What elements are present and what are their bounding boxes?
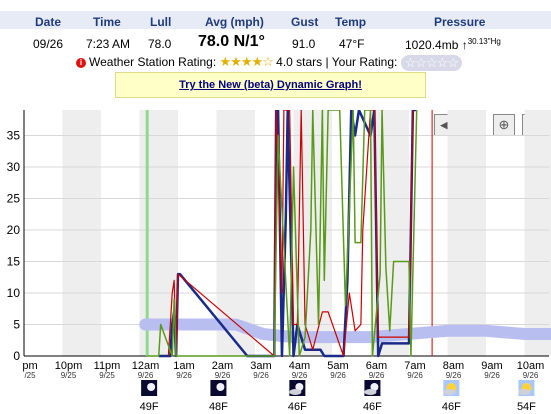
x-tick-date: 9/26: [446, 371, 462, 380]
stats-table: Date Time Lull Avg (mph) Gust Temp Press…: [0, 0, 551, 52]
header-temp: Temp: [335, 15, 367, 29]
x-tick-date: 9/26: [138, 371, 154, 380]
moon-icon: [147, 383, 156, 391]
cloud-icon: [364, 389, 377, 395]
forecast-temp: 48F: [209, 401, 228, 413]
header-gust: Gust: [291, 15, 319, 29]
y-tick-label: 15: [7, 255, 21, 269]
moon-icon: [216, 383, 225, 391]
value-gust: 91.0: [292, 37, 316, 51]
pressure-mb: 1020.4mb: [405, 38, 459, 52]
value-temp: 47°F: [339, 37, 365, 51]
station-rating: i Weather Station Rating: ★★★★☆ 4.0 stars…: [76, 54, 462, 71]
cloud-icon: [289, 389, 302, 395]
x-tick-date: 9/26: [176, 371, 192, 380]
y-tick-label: 35: [7, 129, 21, 143]
x-tick-date: 9/26: [523, 371, 539, 380]
header-avg: Avg (mph): [205, 15, 264, 29]
your-rating-stars[interactable]: ☆☆☆☆☆: [400, 54, 462, 71]
forecast-temp: 46F: [288, 401, 307, 413]
value-lull: 78.0: [148, 37, 172, 51]
y-tick-label: 20: [7, 223, 21, 237]
x-tick-date: 9/26: [484, 371, 500, 380]
rating-stars-icon: ★★★★☆: [219, 54, 274, 69]
beta-banner: Try the New (beta) Dynamic Graph!: [115, 72, 426, 98]
stats-header-row: Date Time Lull Avg (mph) Gust Temp Press…: [0, 11, 551, 29]
grid-band: [524, 110, 551, 356]
x-tick-date: 9/26: [330, 371, 346, 380]
value-pressure: 1020.4mb ↑30.13"Hg: [405, 37, 501, 52]
cloud-icon: [518, 389, 531, 395]
header-date: Date: [35, 15, 62, 29]
value-time: 7:23 AM: [86, 37, 131, 51]
x-tick-date: 9/26: [253, 371, 269, 380]
x-tick-date: /25: [24, 371, 36, 380]
wind-chart: 0510152025303540pm/2510pm9/2511pm9/2512a…: [7, 110, 551, 413]
rating-text: 4.0 stars | Your Rating:: [276, 55, 398, 69]
forecast-temp: 46F: [363, 401, 382, 413]
forecast-temp: 54F: [517, 401, 536, 413]
cloud-icon: [443, 389, 456, 395]
value-date: 09/26: [33, 37, 64, 51]
y-tick-label: 10: [7, 286, 21, 300]
x-tick-date: 9/26: [215, 371, 231, 380]
y-tick-label: 0: [13, 349, 20, 363]
forecast-temp: 49F: [140, 401, 159, 413]
y-tick-label: 40: [7, 110, 21, 111]
x-tick-date: 9/25: [61, 371, 77, 380]
beta-graph-link[interactable]: Try the New (beta) Dynamic Graph!: [179, 79, 362, 91]
y-tick-label: 5: [13, 318, 20, 332]
rating-label: Weather Station Rating:: [89, 55, 217, 69]
header-time: Time: [93, 15, 121, 29]
y-tick-label: 25: [7, 192, 21, 206]
grid-band: [447, 110, 486, 356]
forecast-temp: 46F: [442, 401, 461, 413]
info-icon[interactable]: i: [76, 57, 86, 68]
x-tick-date: 9/25: [99, 371, 115, 380]
header-pressure: Pressure: [434, 15, 486, 29]
x-tick-date: 9/26: [292, 371, 308, 380]
pressure-hg: 30.13"Hg: [467, 37, 501, 46]
direction-band: [139, 318, 551, 344]
x-tick-date: 9/26: [369, 371, 385, 380]
y-tick-label: 30: [7, 160, 21, 174]
header-lull: Lull: [150, 15, 172, 29]
grid-band: [62, 110, 101, 356]
x-tick-date: 9/26: [407, 371, 423, 380]
value-avg: 78.0 N/1°: [198, 33, 265, 50]
